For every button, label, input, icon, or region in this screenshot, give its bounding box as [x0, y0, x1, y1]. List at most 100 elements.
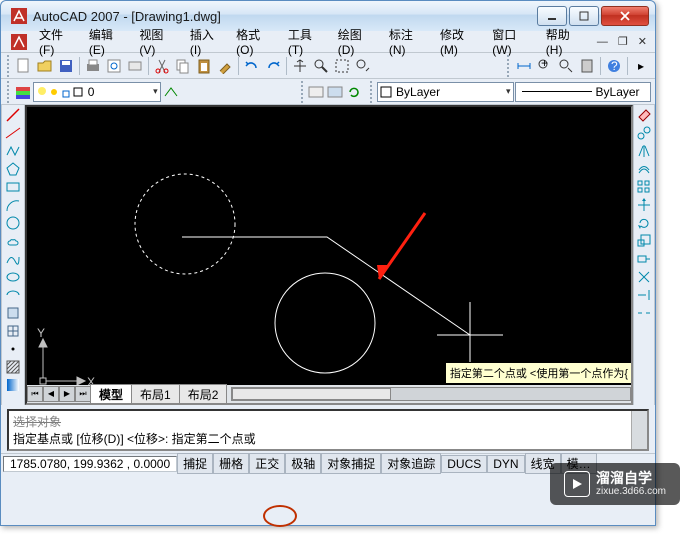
spline-tool[interactable] [4, 251, 22, 267]
refresh-button[interactable] [345, 82, 363, 102]
drawing-canvas[interactable]: Y X 指定第二个点或 <使用第一个点作为{ ⏮ ◀ ▶ ⏭ 模型 布局1 布局… [25, 105, 633, 405]
circle-tool[interactable] [4, 215, 22, 231]
ellipse-arc-tool[interactable] [4, 287, 22, 303]
redo-button[interactable] [263, 56, 283, 76]
zoom-plus-button[interactable]: + [535, 56, 555, 76]
window-close-button[interactable] [601, 6, 649, 26]
line-tool[interactable] [4, 107, 22, 123]
copy-button[interactable] [173, 56, 193, 76]
doc-minimize-button[interactable]: — [593, 36, 612, 48]
rectangle-tool[interactable] [4, 179, 22, 195]
tab-nav-first[interactable]: ⏮ [27, 386, 43, 402]
make-block-tool[interactable] [4, 323, 22, 339]
toolbar-grip[interactable] [370, 81, 374, 103]
help-button[interactable]: ? [604, 56, 624, 76]
qcalc-button[interactable] [577, 56, 597, 76]
snap-toggle[interactable]: 捕捉 [177, 453, 213, 474]
menu-view[interactable]: 视图(V) [133, 24, 182, 59]
tab-layout1[interactable]: 布局1 [131, 384, 180, 404]
array-tool[interactable] [635, 179, 653, 195]
tab-nav-last[interactable]: ⏭ [75, 386, 91, 402]
window-maximize-button[interactable] [569, 6, 599, 26]
tab-layout2[interactable]: 布局2 [179, 384, 228, 404]
break-tool[interactable] [635, 305, 653, 321]
menu-edit[interactable]: 编辑(E) [83, 24, 132, 59]
command-window[interactable]: 选择对象 指定基点或 [位移(D)] <位移>: 指定第二个点或 <使用第一个点… [7, 409, 649, 451]
gradient-tool[interactable] [4, 377, 22, 393]
linetype-combo[interactable]: ByLayer [515, 82, 651, 102]
layer-iso-button[interactable] [326, 82, 344, 102]
revision-cloud-tool[interactable] [4, 233, 22, 249]
zoom-previous-button[interactable] [353, 56, 373, 76]
coordinates-readout[interactable]: 1785.0780, 199.9362 , 0.0000 [3, 456, 177, 472]
menu-modify[interactable]: 修改(M) [434, 24, 484, 59]
menu-file[interactable]: 文件(F) [33, 24, 81, 59]
toolbar-grip[interactable] [7, 81, 11, 103]
command-scrollbar[interactable] [631, 411, 647, 449]
layer-previous-button[interactable] [162, 82, 180, 102]
doc-restore-button[interactable]: ❐ [614, 35, 632, 48]
offset-tool[interactable] [635, 161, 653, 177]
extend-tool[interactable] [635, 287, 653, 303]
polar-toggle[interactable]: 极轴 [285, 453, 321, 474]
paste-button[interactable] [194, 56, 214, 76]
tab-nav-next[interactable]: ▶ [59, 386, 75, 402]
grid-toggle[interactable]: 栅格 [213, 453, 249, 474]
insert-block-tool[interactable] [4, 305, 22, 321]
undo-button[interactable] [242, 56, 262, 76]
tab-model[interactable]: 模型 [90, 384, 132, 404]
save-button[interactable] [56, 56, 76, 76]
trim-tool[interactable] [635, 269, 653, 285]
pan-button[interactable] [290, 56, 310, 76]
ducs-toggle[interactable]: DUCS [441, 455, 487, 473]
dyn-toggle[interactable]: DYN [487, 455, 524, 473]
construction-line-tool[interactable] [4, 125, 22, 141]
print-button[interactable] [83, 56, 103, 76]
menu-format[interactable]: 格式(O) [230, 24, 280, 59]
erase-tool[interactable] [635, 107, 653, 123]
layer-state-button[interactable] [307, 82, 325, 102]
arc-tool[interactable] [4, 197, 22, 213]
menu-draw[interactable]: 绘图(D) [332, 24, 381, 59]
doc-close-button[interactable]: ✕ [634, 35, 651, 48]
tab-nav-prev[interactable]: ◀ [43, 386, 59, 402]
toolbar-grip[interactable] [7, 55, 11, 77]
polyline-tool[interactable] [4, 143, 22, 159]
layout-scrollbar[interactable] [231, 387, 631, 401]
point-tool[interactable] [4, 341, 22, 357]
layer-combo[interactable]: 0 ▾ [33, 82, 161, 102]
window-minimize-button[interactable] [537, 6, 567, 26]
ortho-toggle[interactable]: 正交 [249, 453, 285, 474]
new-file-button[interactable] [14, 56, 34, 76]
plot-preview-button[interactable] [104, 56, 124, 76]
menu-help[interactable]: 帮助(H) [540, 24, 589, 59]
open-file-button[interactable] [35, 56, 55, 76]
mirror-tool[interactable] [635, 143, 653, 159]
menu-dimension[interactable]: 标注(N) [383, 24, 432, 59]
expand-toolbar-button[interactable]: ▸ [631, 56, 651, 76]
dist-button[interactable] [514, 56, 534, 76]
toolbar-grip[interactable] [301, 81, 305, 103]
move-tool[interactable] [635, 197, 653, 213]
zoom-minus-button[interactable] [556, 56, 576, 76]
layer-properties-button[interactable] [14, 82, 32, 102]
ellipse-tool[interactable] [4, 269, 22, 285]
menu-window[interactable]: 窗口(W) [486, 24, 538, 59]
toolbar-grip[interactable] [507, 55, 511, 77]
rotate-tool[interactable] [635, 215, 653, 231]
menu-insert[interactable]: 插入(I) [184, 24, 228, 59]
copy-tool[interactable] [635, 125, 653, 141]
scale-tool[interactable] [635, 233, 653, 249]
publish-button[interactable] [125, 56, 145, 76]
otrack-toggle[interactable]: 对象追踪 [381, 453, 441, 474]
zoom-realtime-button[interactable] [311, 56, 331, 76]
polygon-tool[interactable] [4, 161, 22, 177]
color-combo[interactable]: ByLayer ▾ [377, 82, 513, 102]
stretch-tool[interactable] [635, 251, 653, 267]
cut-button[interactable] [152, 56, 172, 76]
zoom-window-button[interactable] [332, 56, 352, 76]
osnap-toggle[interactable]: 对象捕捉 [321, 453, 381, 474]
menu-tools[interactable]: 工具(T) [282, 24, 330, 59]
hatch-tool[interactable] [4, 359, 22, 375]
match-props-button[interactable] [215, 56, 235, 76]
